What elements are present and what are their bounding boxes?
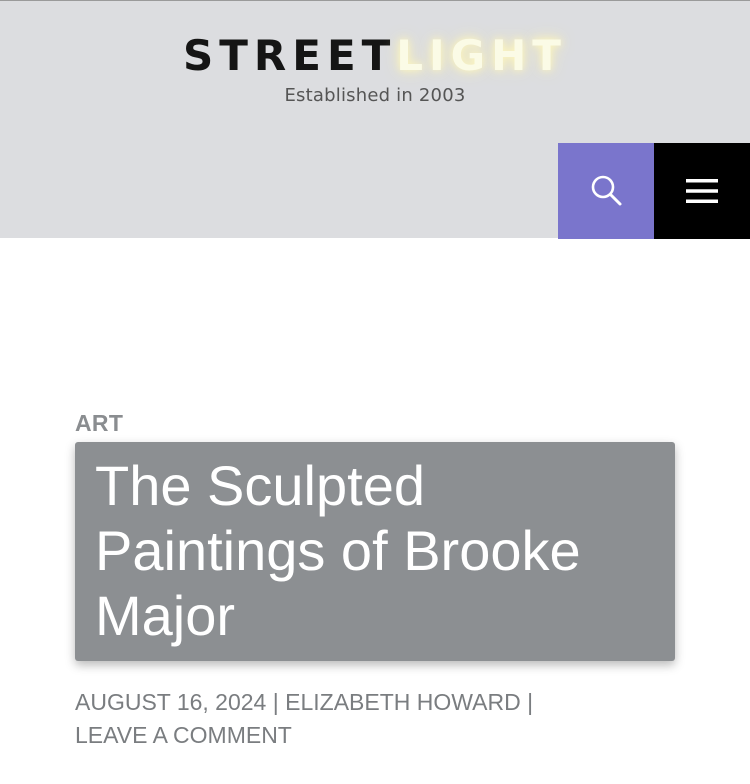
post-author-link[interactable]: ELIZABETH HOWARD (285, 689, 521, 715)
meta-separator: | (527, 689, 534, 715)
menu-button[interactable] (654, 143, 750, 239)
leave-comment-link[interactable]: LEAVE A COMMENT (75, 722, 292, 748)
post-title-box: The Sculpted Paintings of Brooke Major (75, 442, 675, 661)
search-button[interactable] (558, 143, 654, 239)
site-logo[interactable]: STREETLIGHT Established in 2003 (0, 31, 750, 106)
logo-text-street: STREET (183, 31, 397, 80)
site-tagline: Established in 2003 (284, 85, 466, 106)
post-date: AUGUST 16, 2024 (75, 689, 267, 715)
post-category-link[interactable]: ART (75, 410, 123, 437)
hamburger-menu-icon (686, 179, 718, 203)
meta-separator: | (272, 689, 279, 715)
search-icon (591, 175, 622, 206)
site-header: STREETLIGHT Established in 2003 (0, 0, 750, 239)
logo-wordmark[interactable]: STREETLIGHT (0, 31, 750, 81)
post-meta: AUGUST 16, 2024 | ELIZABETH HOWARD | LEA… (75, 686, 675, 752)
logo-text-light: LIGHT (396, 31, 567, 80)
post-title: The Sculpted Paintings of Brooke Major (95, 454, 581, 647)
